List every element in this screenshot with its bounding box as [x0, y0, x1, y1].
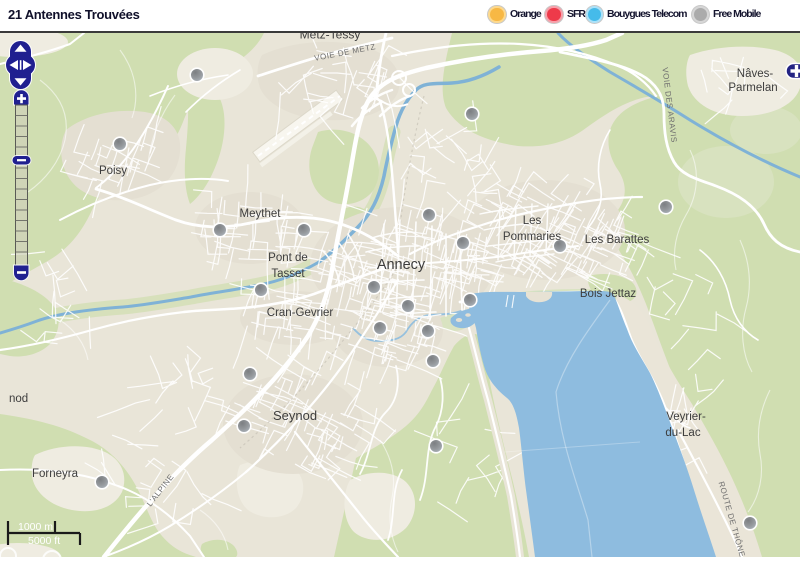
- svg-text:Poisy: Poisy: [99, 165, 127, 177]
- svg-text:Pommaries: Pommaries: [503, 231, 561, 243]
- svg-text:Nâves-: Nâves-: [737, 68, 774, 80]
- svg-text:Meythet: Meythet: [240, 208, 282, 220]
- svg-text:du-Lac: du-Lac: [665, 427, 700, 439]
- svg-text:Les: Les: [523, 215, 542, 227]
- svg-text:Pont de: Pont de: [268, 252, 308, 264]
- svg-text:Seynod: Seynod: [273, 408, 317, 423]
- svg-text:Veyrier-: Veyrier-: [666, 411, 706, 423]
- svg-text:Cran-Gevrier: Cran-Gevrier: [267, 307, 334, 319]
- svg-text:Parmelan: Parmelan: [728, 82, 777, 94]
- svg-text:Bois Jettaz: Bois Jettaz: [580, 288, 636, 300]
- svg-text:nod: nod: [9, 393, 28, 405]
- svg-text:Metz-Tessy: Metz-Tessy: [300, 33, 361, 42]
- svg-text:Forneyra: Forneyra: [32, 468, 79, 480]
- svg-text:Tasset: Tasset: [271, 268, 305, 280]
- svg-text:Annecy: Annecy: [377, 257, 426, 273]
- svg-text:5000 ft: 5000 ft: [28, 535, 60, 547]
- svg-text:1000 m: 1000 m: [18, 521, 53, 533]
- svg-text:Les Barattes: Les Barattes: [585, 234, 650, 246]
